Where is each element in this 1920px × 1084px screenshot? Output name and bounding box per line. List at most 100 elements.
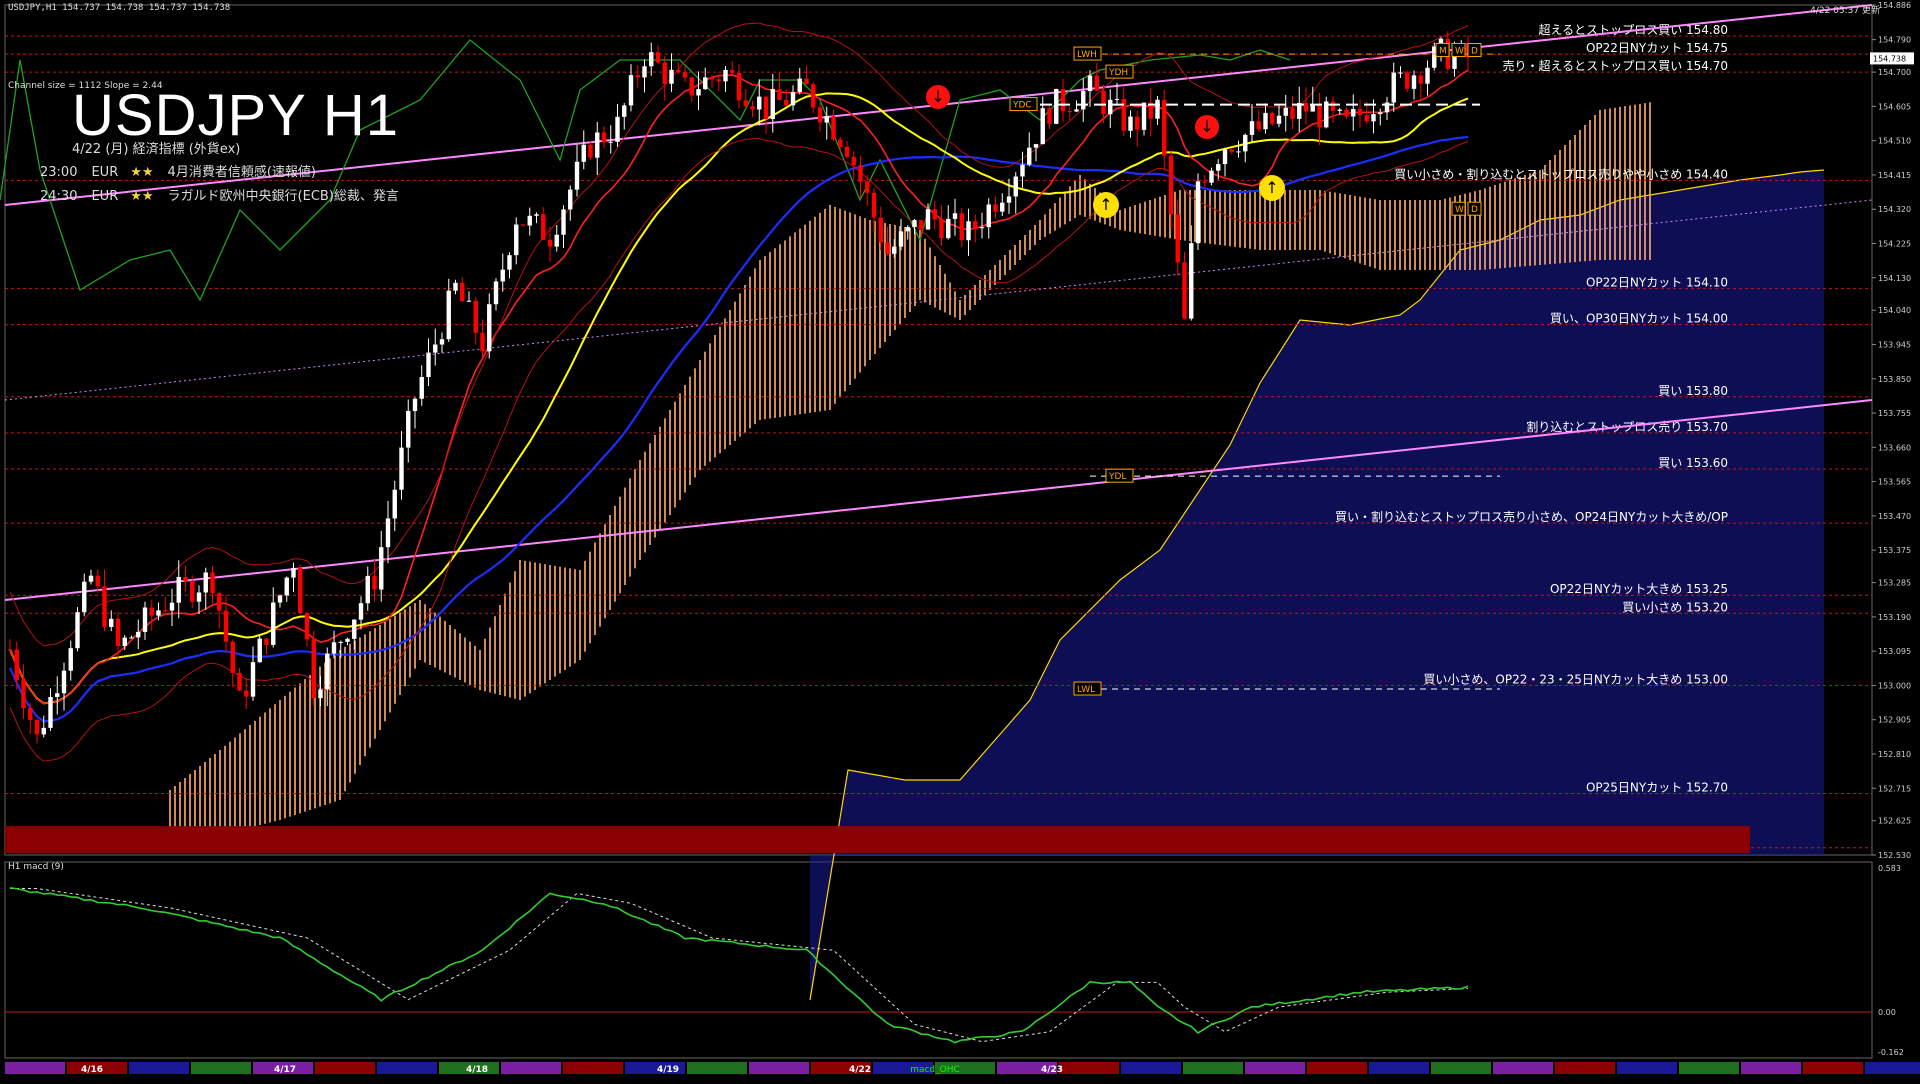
candle-body — [601, 132, 607, 143]
candle-body — [1209, 170, 1214, 183]
candle-body — [284, 577, 289, 596]
candle-body — [568, 189, 573, 210]
time-axis-segment — [563, 1062, 623, 1074]
time-axis-segment — [1183, 1062, 1243, 1074]
price-level-label: 買い小さめ、OP22・23・25日NYカット大きめ 153.00 — [1423, 672, 1728, 686]
time-axis-segment — [1369, 1062, 1429, 1074]
level-tag-label: D — [1471, 46, 1478, 56]
y-tick-label: 154.790 — [1878, 36, 1911, 45]
candle-body — [1283, 107, 1288, 116]
candle-body — [824, 116, 829, 123]
y-tick-label: 154.886 — [1878, 1, 1911, 10]
candle-body — [365, 576, 370, 604]
event-name: ラガルド欧州中央銀行(ECB)総裁、発言 — [167, 189, 399, 204]
y-tick-label: 152.530 — [1878, 851, 1911, 860]
y-tick-label: 153.755 — [1878, 409, 1911, 418]
macd-signal-line — [10, 887, 1469, 1043]
candle-body — [345, 638, 350, 642]
candle-body — [959, 213, 964, 241]
time-axis-segment — [1803, 1062, 1863, 1074]
candle-body — [777, 89, 782, 100]
time-axis-segment — [1121, 1062, 1181, 1074]
event-importance: ★★ — [130, 189, 154, 204]
level-tag-label: D — [1471, 205, 1478, 215]
price-level-label: OP25日NYカット 152.70 — [1586, 781, 1728, 795]
level-tag-label: YDC — [1012, 101, 1032, 111]
sell-arrow-glyph: ↓ — [931, 87, 944, 106]
candle-body — [358, 603, 364, 620]
candle-body — [257, 638, 262, 663]
candle-body — [217, 593, 222, 611]
candle-body — [453, 282, 458, 291]
macd-tick-label: 0.583 — [1878, 864, 1901, 873]
y-tick-label: 153.375 — [1878, 546, 1911, 555]
candle-body — [271, 602, 276, 645]
candle-body — [419, 376, 424, 399]
candle-body — [95, 575, 100, 587]
candle-body — [574, 161, 580, 190]
candle-body — [622, 105, 627, 117]
time-axis-segment — [501, 1062, 561, 1074]
time-axis-segment — [1555, 1062, 1615, 1074]
candle-body — [925, 209, 931, 230]
candle-body — [196, 592, 202, 602]
price-level-label: OP22日NYカット大きめ 153.25 — [1550, 582, 1728, 596]
y-tick-label: 153.095 — [1878, 647, 1911, 656]
price-level-label: 買い 153.80 — [1658, 384, 1728, 398]
candle-body — [1013, 176, 1018, 197]
candle-body — [406, 410, 411, 448]
candle-body — [541, 214, 546, 240]
x-date-label: 4/19 — [657, 1065, 679, 1075]
candle-body — [1330, 101, 1336, 111]
candle-body — [21, 680, 26, 709]
candle-body — [264, 638, 269, 645]
candle-body — [176, 577, 181, 603]
candle-body — [75, 612, 80, 649]
candle-body — [129, 637, 134, 639]
candle-body — [1074, 109, 1079, 112]
candle-body — [237, 672, 242, 691]
candle-body — [581, 144, 586, 162]
price-level-label: OP22日NYカット 154.10 — [1586, 276, 1728, 290]
candle-body — [115, 618, 121, 647]
candle-body — [480, 332, 485, 352]
candle-body — [48, 697, 53, 728]
event-currency: EUR — [91, 189, 119, 204]
candle-body — [1108, 99, 1113, 115]
macd-label: H1 macd (9) — [8, 862, 64, 872]
candle-body — [1060, 88, 1066, 112]
candle-body — [88, 575, 94, 582]
time-axis-segment — [1679, 1062, 1739, 1074]
y-tick-label: 154.510 — [1878, 137, 1911, 146]
candle-body — [190, 581, 195, 602]
x-date-label: 4/17 — [274, 1065, 296, 1075]
candle-body — [736, 72, 742, 101]
x-date-label: 4/23 — [1041, 1065, 1063, 1075]
price-level-label: OP22日NYカット 154.75 — [1586, 41, 1728, 55]
candle-body — [730, 69, 735, 73]
candle-body — [446, 290, 451, 340]
candle-body — [662, 62, 667, 84]
x-date-label: 4/18 — [466, 1065, 488, 1075]
level-tag-label: W — [1455, 205, 1464, 215]
candle-body — [1155, 99, 1160, 119]
price-level-label: 買い小さめ 153.20 — [1622, 600, 1728, 614]
candle-body — [1189, 243, 1194, 319]
time-axis-segment — [191, 1062, 251, 1074]
candle-body — [1175, 214, 1180, 263]
candle-body — [1168, 155, 1174, 215]
candle-body — [871, 192, 877, 218]
candle-body — [487, 304, 492, 352]
candle-body — [82, 581, 87, 613]
candle-body — [790, 91, 796, 106]
candle-body — [41, 727, 46, 735]
y-tick-label: 154.320 — [1878, 205, 1911, 214]
candle-body — [1236, 151, 1241, 153]
y-tick-label: 153.565 — [1878, 478, 1911, 487]
candle-body — [1337, 109, 1342, 111]
candle-body — [986, 204, 991, 228]
candle-body — [1216, 164, 1221, 171]
candle-body — [743, 100, 748, 107]
candle-body — [439, 339, 445, 345]
candle-body — [534, 214, 539, 216]
